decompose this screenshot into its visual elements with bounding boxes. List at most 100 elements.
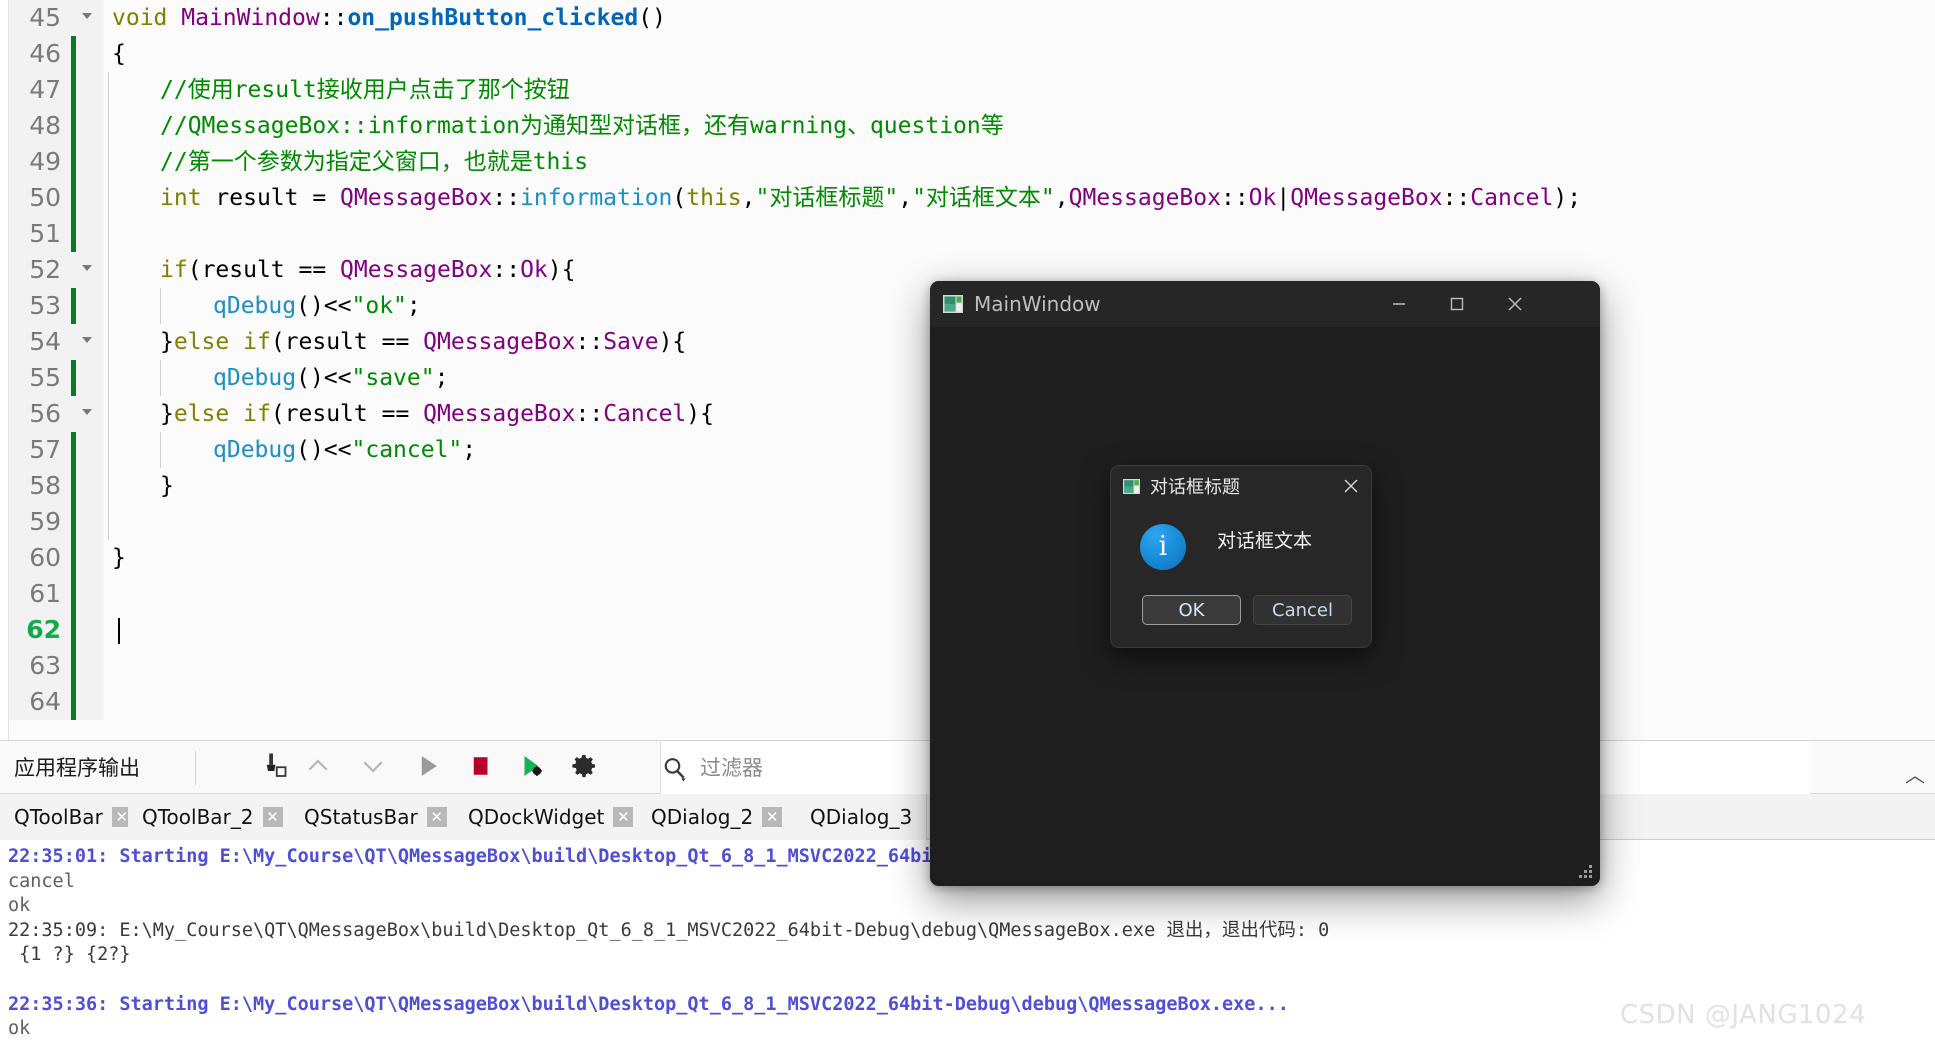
next-item-button[interactable] <box>358 751 394 785</box>
fold-bar <box>71 576 76 612</box>
line-number: 46 <box>9 36 71 72</box>
token-string-save: "save" <box>351 365 435 391</box>
token-result-var: result <box>284 329 368 355</box>
token-else: else <box>173 401 230 427</box>
token-dialog-text-string: "对话框文本" <box>912 185 1055 211</box>
fold-arrow-icon[interactable] <box>82 337 92 343</box>
comment-result-usage: //使用result接收用户点击了那个按钮 <box>160 77 570 103</box>
token-qdebug: qDebug <box>213 437 297 463</box>
line-number: 59 <box>9 504 71 540</box>
code-line-48: 48 //QMessageBox::information为通知型对话框，还有w… <box>0 108 1935 144</box>
code-line-46: 46 { <box>0 36 1935 72</box>
clear-pane-button[interactable] <box>258 751 294 785</box>
code-line-50: 50 int result = QMessageBox::information… <box>0 180 1935 216</box>
code-text: }else if(result == QMessageBox::Save){ <box>160 329 687 355</box>
token-qdebug: qDebug <box>213 365 297 391</box>
close-icon[interactable]: ✕ <box>426 807 447 827</box>
line-number: 60 <box>9 540 71 576</box>
qt-window-titlebar[interactable]: MainWindow <box>930 281 1600 327</box>
console-line: 22:35:09: E:\My_Course\QT\QMessageBox\bu… <box>8 919 1330 941</box>
debug-play-bug-icon <box>524 756 542 776</box>
application-icon <box>1123 478 1140 494</box>
maximize-button[interactable] <box>1428 281 1486 327</box>
token-qmessagebox: QMessageBox <box>423 329 576 355</box>
run-button[interactable] <box>413 751 449 785</box>
stop-button[interactable] <box>465 751 501 785</box>
messagebox-titlebar[interactable]: 对话框标题 <box>1111 466 1371 506</box>
token-scope: :: <box>575 401 604 427</box>
token-scope: :: <box>1220 185 1249 211</box>
ok-button[interactable]: OK <box>1142 595 1241 625</box>
fold-bar <box>71 540 76 576</box>
tab-label: QStatusBar <box>304 805 418 829</box>
token-brace-close: } <box>160 473 174 499</box>
tab-qtoolbar[interactable]: QToolBar ✕ <box>0 794 147 840</box>
close-button[interactable] <box>1486 281 1544 327</box>
fold-bar <box>71 180 76 216</box>
prev-item-button[interactable] <box>303 751 339 785</box>
line-number: 45 <box>9 0 71 36</box>
toolbar-separator <box>195 751 196 785</box>
fold-bar <box>71 36 76 72</box>
code-text: int result = QMessageBox::information(th… <box>160 185 1582 211</box>
token-brace-close: } <box>112 545 126 571</box>
tab-qdialog-3[interactable]: QDialog_3 <box>796 794 928 840</box>
fold-bar <box>71 684 76 720</box>
tab-qstatusbar[interactable]: QStatusBar ✕ <box>290 794 462 840</box>
code-line-51: 51 <box>0 216 1935 252</box>
token-if: if <box>243 401 271 427</box>
token-string-ok: "ok" <box>351 293 407 319</box>
minimize-button[interactable] <box>1370 281 1428 327</box>
broom-icon <box>266 753 287 777</box>
tab-qdialog-2[interactable]: QDialog_2 ✕ <box>637 794 798 840</box>
close-icon[interactable]: ✕ <box>613 807 634 827</box>
close-icon[interactable]: ✕ <box>762 807 783 827</box>
token-dialog-title-string: "对话框标题" <box>755 185 899 211</box>
fold-bar <box>71 288 76 324</box>
line-number: 53 <box>9 288 71 324</box>
token-ok-enum: Ok <box>1248 185 1277 211</box>
token-result-var: result <box>284 401 368 427</box>
messagebox-close-button[interactable] <box>1329 466 1371 506</box>
close-icon <box>1344 479 1358 493</box>
line-number: 47 <box>9 72 71 108</box>
token-slot-name: on_pushButton_clicked <box>347 5 639 31</box>
messagebox-text: 对话框文本 <box>1217 530 1313 552</box>
token-string-cancel: "cancel" <box>351 437 463 463</box>
search-icon <box>664 758 686 782</box>
fold-bar <box>71 468 76 504</box>
fold-arrow-icon[interactable] <box>82 265 92 271</box>
fold-arrow-icon[interactable] <box>82 13 92 19</box>
filter-input[interactable]: 过滤器 <box>700 741 763 795</box>
chevron-down-icon <box>363 761 383 773</box>
maximize-pane-chevron-icon[interactable]: ︿ <box>1905 759 1925 788</box>
fold-bar <box>71 72 76 108</box>
tab-qdockwidget[interactable]: QDockWidget ✕ <box>454 794 649 840</box>
line-number: 55 <box>9 360 71 396</box>
token-scope: :: <box>1442 185 1471 211</box>
code-line-47: 47 //使用result接收用户点击了那个按钮 <box>0 72 1935 108</box>
resize-grip[interactable] <box>1579 865 1593 879</box>
fold-bar <box>71 648 76 684</box>
line-number: 54 <box>9 324 71 360</box>
tab-qtoolbar-2[interactable]: QToolBar_2 ✕ <box>128 794 298 840</box>
close-icon[interactable]: ✕ <box>262 807 283 827</box>
code-line-45: 45 void MainWindow::on_pushButton_clicke… <box>0 0 1935 36</box>
token-save-enum: Save <box>603 329 659 355</box>
settings-button[interactable] <box>569 751 605 785</box>
console-line: ok <box>8 895 31 917</box>
token-qmessagebox: QMessageBox <box>1068 185 1221 211</box>
token-result-var: result <box>215 185 299 211</box>
debug-button[interactable] <box>517 751 553 785</box>
token-parens: () <box>638 5 666 31</box>
fold-arrow-icon[interactable] <box>82 409 92 415</box>
console-line: {1 ?} {2?} <box>8 944 131 966</box>
line-number: 51 <box>9 216 71 252</box>
token-scope: :: <box>492 257 521 283</box>
line-number: 63 <box>9 648 71 684</box>
code-text: if(result == QMessageBox::Ok){ <box>160 257 576 283</box>
cancel-button[interactable]: Cancel <box>1253 595 1352 625</box>
token-result-var: result <box>201 257 285 283</box>
qmessagebox-dialog[interactable]: 对话框标题 i 对话框文本 OK Cancel <box>1110 465 1372 648</box>
